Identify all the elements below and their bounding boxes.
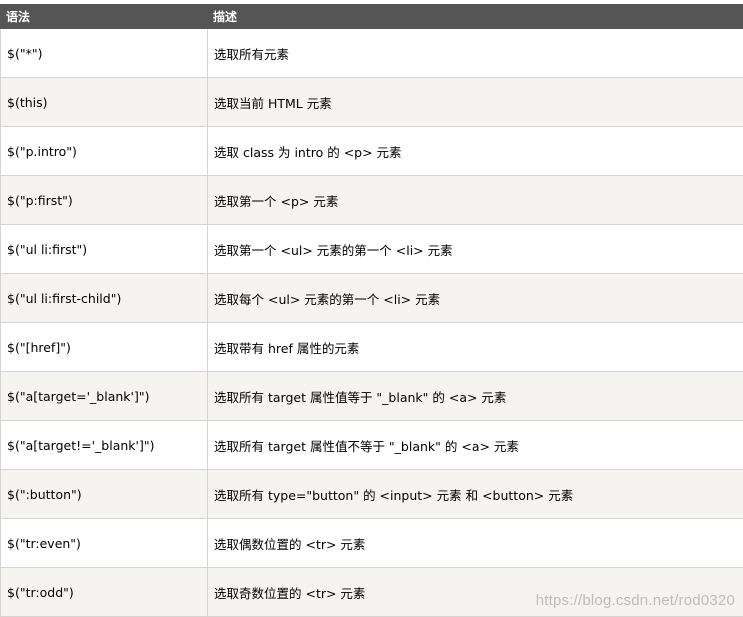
description-cell: 选取所有 type="button" 的 <input> 元素 和 <butto… [207, 469, 743, 519]
description-cell: 选取第一个 <ul> 元素的第一个 <li> 元素 [207, 224, 743, 274]
table-row: $("p:first") 选取第一个 <p> 元素 [0, 175, 743, 225]
description-cell: 选取带有 href 属性的元素 [207, 322, 743, 372]
header-syntax: 语法 [0, 4, 208, 29]
description-cell: 选取所有元素 [207, 28, 743, 78]
table-row: $("[href]") 选取带有 href 属性的元素 [0, 322, 743, 372]
syntax-cell: $(this) [0, 77, 208, 127]
table-row: $(":button") 选取所有 type="button" 的 <input… [0, 469, 743, 519]
syntax-cell: $("tr:even") [0, 518, 208, 568]
table-row: $("ul li:first-child") 选取每个 <ul> 元素的第一个 … [0, 273, 743, 323]
syntax-cell: $("ul li:first-child") [0, 273, 208, 323]
syntax-cell: $(":button") [0, 469, 208, 519]
syntax-cell: $("tr:odd") [0, 567, 208, 617]
syntax-cell: $("[href]") [0, 322, 208, 372]
syntax-cell: $("p:first") [0, 175, 208, 225]
description-cell: 选取当前 HTML 元素 [207, 77, 743, 127]
description-cell: 选取所有 target 属性值不等于 "_blank" 的 <a> 元素 [207, 420, 743, 470]
table-row: $("a[target='_blank']") 选取所有 target 属性值等… [0, 371, 743, 421]
syntax-cell: $("ul li:first") [0, 224, 208, 274]
description-cell: 选取每个 <ul> 元素的第一个 <li> 元素 [207, 273, 743, 323]
table-body: $("*") 选取所有元素 $(this) 选取当前 HTML 元素 $("p.… [0, 28, 743, 617]
table-row: $("a[target!='_blank']") 选取所有 target 属性值… [0, 420, 743, 470]
table-row: $("ul li:first") 选取第一个 <ul> 元素的第一个 <li> … [0, 224, 743, 274]
description-cell: 选取第一个 <p> 元素 [207, 175, 743, 225]
table-row: $("p.intro") 选取 class 为 intro 的 <p> 元素 [0, 126, 743, 176]
description-cell: 选取所有 target 属性值等于 "_blank" 的 <a> 元素 [207, 371, 743, 421]
syntax-cell: $("p.intro") [0, 126, 208, 176]
syntax-cell: $("a[target='_blank']") [0, 371, 208, 421]
syntax-cell: $("a[target!='_blank']") [0, 420, 208, 470]
table-row: $(this) 选取当前 HTML 元素 [0, 77, 743, 127]
header-row: 语法 描述 [0, 4, 743, 29]
selector-table: 语法 描述 $("*") 选取所有元素 $(this) 选取当前 HTML 元素… [0, 4, 743, 617]
header-description: 描述 [207, 4, 743, 29]
watermark: https://blog.csdn.net/rod0320 [535, 592, 735, 609]
table-header: 语法 描述 [0, 4, 743, 29]
table-row: $("tr:even") 选取偶数位置的 <tr> 元素 [0, 518, 743, 568]
description-cell: 选取 class 为 intro 的 <p> 元素 [207, 126, 743, 176]
syntax-cell: $("*") [0, 28, 208, 78]
description-cell: 选取偶数位置的 <tr> 元素 [207, 518, 743, 568]
table-row: $("*") 选取所有元素 [0, 28, 743, 78]
